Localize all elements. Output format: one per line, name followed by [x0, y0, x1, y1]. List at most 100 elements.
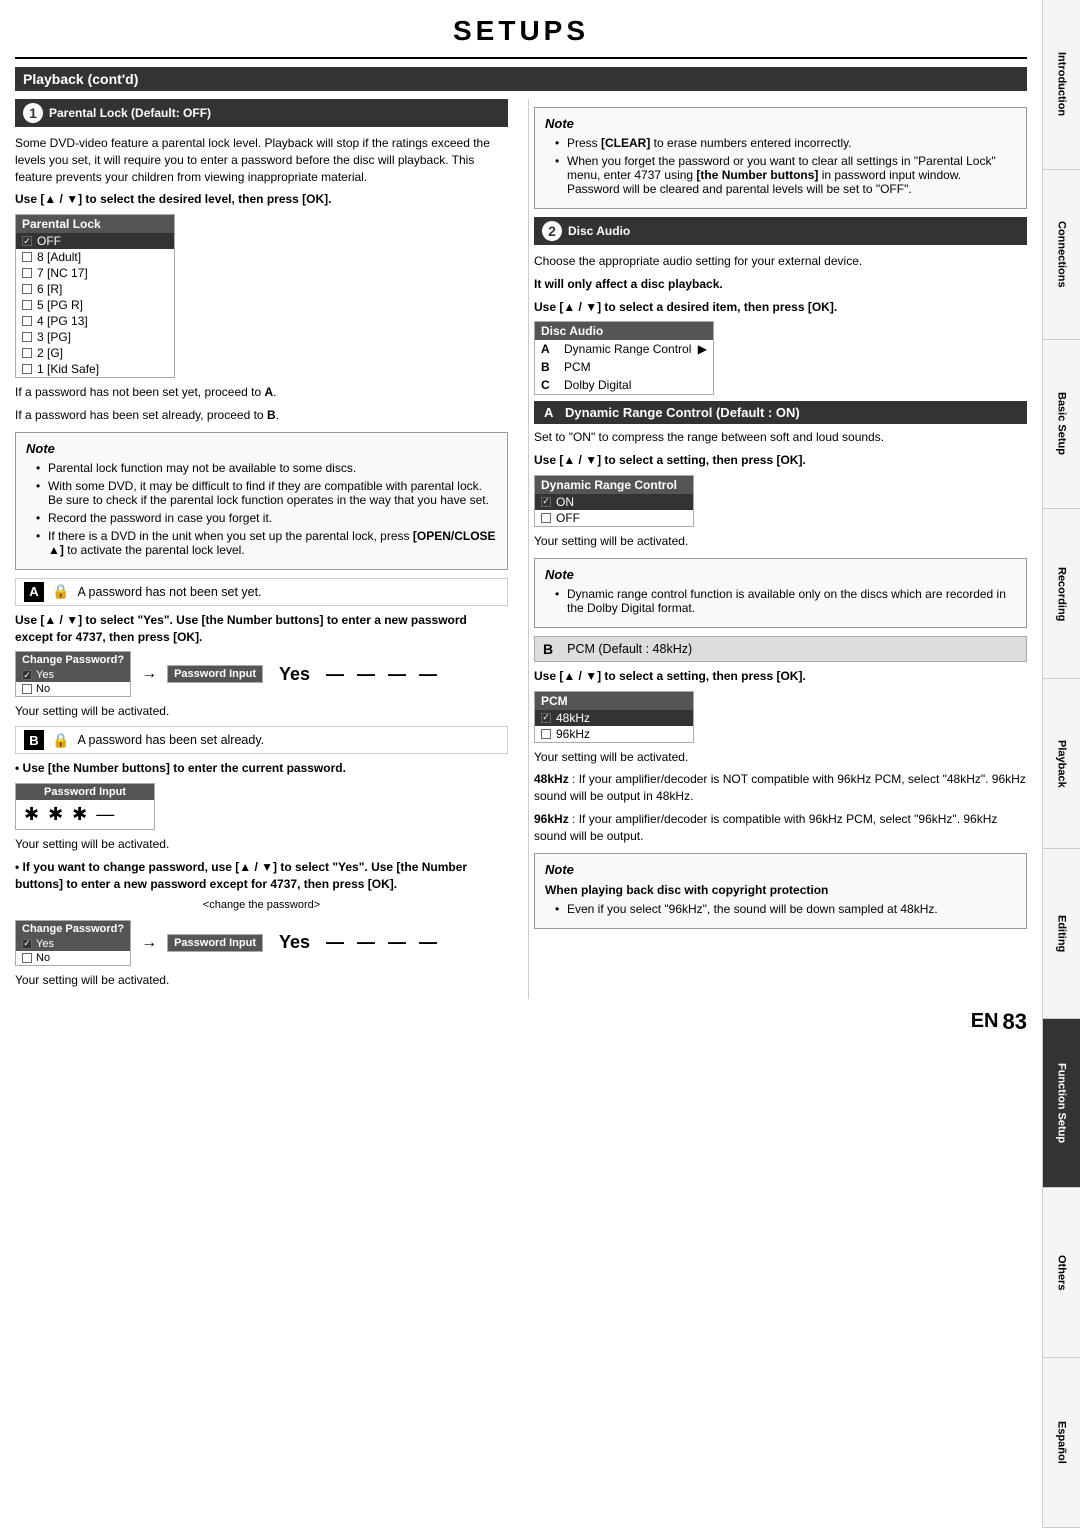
right-tabs-panel: Introduction Connections Basic Setup Rec…	[1042, 0, 1080, 1528]
parental-row-off[interactable]: ✓ OFF	[16, 233, 174, 249]
password-diagram-2: Change Password? ✓ Yes No →	[15, 920, 508, 966]
parental-row-8adult[interactable]: 8 [Adult]	[16, 249, 174, 265]
tab-basic-setup[interactable]: Basic Setup	[1043, 340, 1080, 510]
arrow-2: →	[141, 934, 157, 952]
parental-row-3pg[interactable]: 3 [PG]	[16, 329, 174, 345]
enter-password-instruction: • Use [the Number buttons] to enter the …	[15, 760, 508, 777]
arrow-1: →	[141, 665, 157, 683]
parental-row-1kidsafe[interactable]: 1 [Kid Safe]	[16, 361, 174, 377]
pwd-stars: ✱ ✱ ✱ —	[16, 800, 154, 829]
disc-audio-row-a[interactable]: A Dynamic Range Control ▶	[535, 340, 713, 358]
dynamic-range-off-row[interactable]: OFF	[535, 510, 693, 526]
parental-row-6r[interactable]: 6 [R]	[16, 281, 174, 297]
setting-activated-3: Your setting will be activated.	[15, 972, 508, 989]
disc-audio-header: Disc Audio	[535, 322, 713, 340]
pwd-input-header-1: Password Input	[168, 666, 262, 682]
tab-connections[interactable]: Connections	[1043, 170, 1080, 340]
tab-others[interactable]: Others	[1043, 1188, 1080, 1358]
checkbox-2g	[22, 348, 32, 358]
checkbox-on: ✓	[541, 497, 551, 507]
parental-row-5pgr[interactable]: 5 [PG R]	[16, 297, 174, 313]
page-number: 83	[1003, 1009, 1027, 1035]
section1-instruction1: Use [▲ / ▼] to select the desired level,…	[15, 191, 508, 208]
section1-title: Parental Lock (Default: OFF)	[49, 106, 211, 120]
checkbox-off: ✓	[22, 236, 32, 246]
instruction2: Use [▲ / ▼] to select "Yes". Use [the Nu…	[15, 612, 508, 646]
khz-48-label: 48kHz	[534, 772, 569, 786]
pcm-section-banner: B PCM (Default : 48kHz)	[534, 636, 1027, 662]
yes-row-2[interactable]: ✓ Yes	[16, 937, 130, 951]
disc-audio-row-b[interactable]: B PCM	[535, 358, 713, 376]
dynamic-range-table: Dynamic Range Control ✓ ON OFF	[534, 475, 694, 527]
dynamic-range-description: Set to "ON" to compress the range betwee…	[534, 429, 1027, 446]
dashes-1: — — — —	[326, 664, 441, 685]
section2-instruction: Use [▲ / ▼] to select a desired item, th…	[534, 299, 1027, 316]
right-note-title: Note	[545, 116, 1016, 131]
copyright-note-list: Even if you select "96kHz", the sound wi…	[545, 902, 1016, 916]
note-item: Record the password in case you forget i…	[36, 511, 497, 525]
setting-activated-2: Your setting will be activated.	[15, 836, 508, 853]
khz-96-desc: : If your amplifier/decoder is compatibl…	[534, 812, 997, 843]
section1-number: 1	[23, 103, 43, 123]
section2-description: Choose the appropriate audio setting for…	[534, 253, 1027, 270]
checkbox-yes-2: ✓	[22, 939, 32, 949]
pwd-stars-wrapper: Password Input ✱ ✱ ✱ —	[15, 783, 508, 830]
proceed-a-text: If a password has not been set yet, proc…	[15, 385, 261, 399]
tab-recording[interactable]: Recording	[1043, 509, 1080, 679]
copyright-note-title: Note	[545, 862, 1016, 877]
parental-row-7nc17[interactable]: 7 [NC 17]	[16, 265, 174, 281]
parental-row-4pg13[interactable]: 4 [PG 13]	[16, 313, 174, 329]
section-playback-header: Playback (cont'd)	[15, 67, 1027, 91]
parental-lock-table: Parental Lock ✓ OFF 8 [Adult] 7 [NC 17]	[15, 214, 175, 378]
en-label: EN	[971, 1010, 999, 1033]
section2-number: 2	[542, 221, 562, 241]
drc-note-title: Note	[545, 567, 1016, 582]
tab-function-setup[interactable]: Function Setup	[1043, 1019, 1080, 1189]
dashes-2: — — — —	[326, 932, 441, 953]
checkbox-1kidsafe	[22, 364, 32, 374]
dynamic-range-on-row[interactable]: ✓ ON	[535, 494, 693, 510]
parental-row-2g[interactable]: 2 [G]	[16, 345, 174, 361]
pcm-table: PCM ✓ 48kHz 96kHz	[534, 691, 694, 743]
tab-editing[interactable]: Editing	[1043, 849, 1080, 1019]
section1-description: Some DVD-video feature a parental lock l…	[15, 135, 508, 185]
pcm-48khz-row[interactable]: ✓ 48kHz	[535, 710, 693, 726]
block-b-password-set: B 🔒 A password has been set already.	[15, 726, 508, 754]
section2-bold-note: It will only affect a disc playback.	[534, 276, 1027, 293]
pwd-input-header-2: Password Input	[168, 935, 262, 951]
b-label: B	[24, 730, 44, 750]
pwd-input-box-2: Password Input	[167, 934, 263, 952]
yes-row-1[interactable]: ✓ Yes	[16, 668, 130, 682]
right-note-box: Note Press [CLEAR] to erase numbers ente…	[534, 107, 1027, 209]
checkbox-3pg	[22, 332, 32, 342]
checkbox-no-1	[22, 684, 32, 694]
disc-audio-row-c[interactable]: C Dolby Digital	[535, 376, 713, 394]
checkbox-7nc17	[22, 268, 32, 278]
section1-header: 1 Parental Lock (Default: OFF)	[15, 99, 508, 127]
checkbox-4pg13	[22, 316, 32, 326]
disc-audio-label-b: B	[541, 360, 559, 374]
proceed-b-text: If a password has been set already, proc…	[15, 408, 264, 422]
pcm-96khz-row[interactable]: 96kHz	[535, 726, 693, 742]
change-pwd-box-1: Change Password? ✓ Yes No	[15, 651, 131, 697]
change-pwd-header-2: Change Password?	[16, 921, 130, 937]
no-row-1[interactable]: No	[16, 682, 130, 696]
drc-note-item: Dynamic range control function is availa…	[555, 587, 1016, 615]
note-item: With some DVD, it may be difficult to fi…	[36, 479, 497, 507]
setting-activated-drc: Your setting will be activated.	[534, 533, 1027, 550]
checkbox-yes-1: ✓	[22, 670, 32, 680]
section1-note-box: Note Parental lock function may not be a…	[15, 432, 508, 570]
right-note-item-1: Press [CLEAR] to erase numbers entered i…	[555, 136, 1016, 150]
dynamic-range-banner-text: Dynamic Range Control (Default : ON)	[565, 405, 800, 420]
copyright-note-box: Note When playing back disc with copyrig…	[534, 853, 1027, 930]
khz-48-desc: : If your amplifier/decoder is NOT compa…	[534, 772, 1026, 803]
tab-playback[interactable]: Playback	[1043, 679, 1080, 849]
a-label: A	[24, 582, 44, 602]
change-password-label: <change the password>	[15, 898, 508, 913]
tab-espanol[interactable]: Español	[1043, 1358, 1080, 1528]
tab-introduction[interactable]: Introduction	[1043, 0, 1080, 170]
parental-lock-header: Parental Lock	[16, 215, 174, 233]
note-item: If there is a DVD in the unit when you s…	[36, 529, 497, 557]
password-diagram-1: Change Password? ✓ Yes No →	[15, 651, 508, 697]
no-row-2[interactable]: No	[16, 951, 130, 965]
